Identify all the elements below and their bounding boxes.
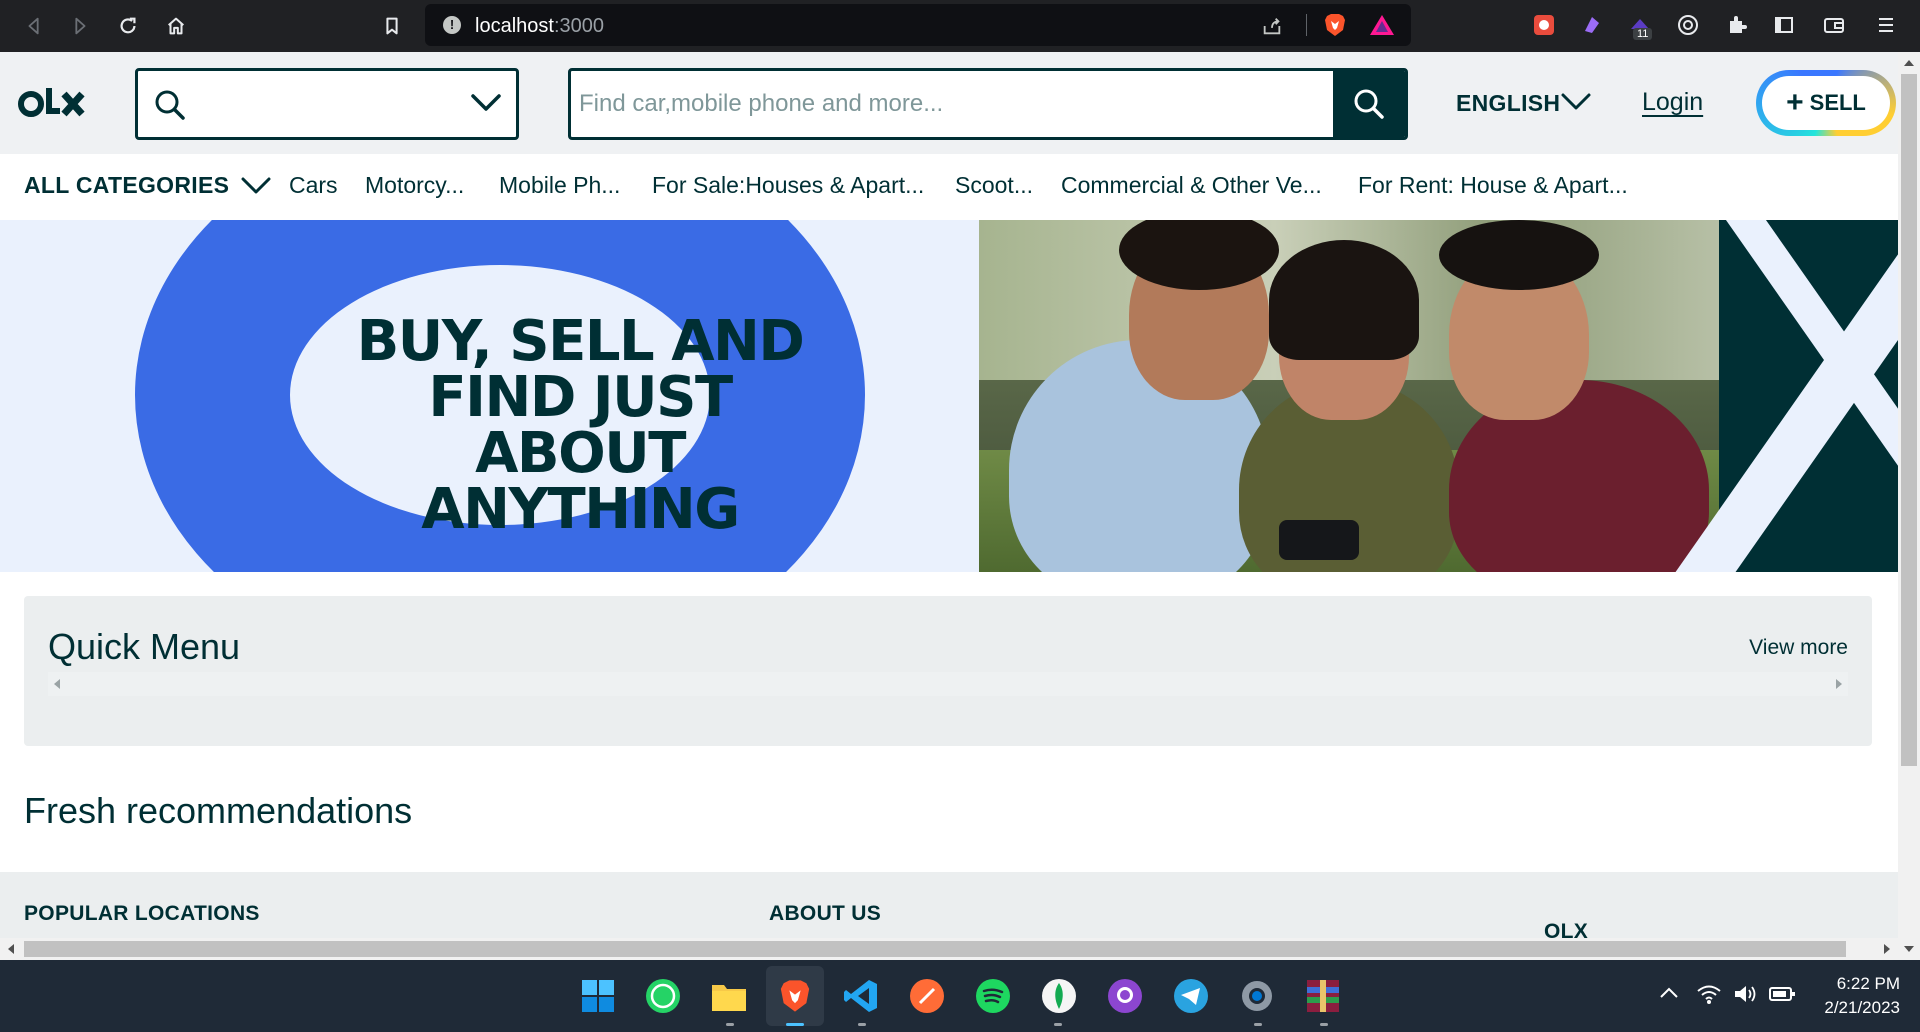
address-bar[interactable]: ! localhost:3000 [425,4,1411,46]
home-icon[interactable] [160,10,192,42]
divider [1306,14,1307,36]
extension-purple-icon[interactable] [1578,11,1606,39]
quick-menu-title: Quick Menu [48,626,241,667]
olx-logo[interactable] [18,82,86,126]
taskbar-indicator-active [786,1023,804,1026]
windows-taskbar: 6:22 PM 2/21/2023 [0,960,1920,1032]
hero-banner[interactable]: BUY, SELL AND FIND JUST ABOUT ANYTHING [0,220,1898,572]
language-selector[interactable]: ENGLISH [1456,90,1560,117]
category-link-cars[interactable]: Cars [289,172,338,199]
clock-date: 2/21/2023 [1824,998,1900,1017]
login-link[interactable]: Login [1642,88,1703,117]
site-header: ENGLISH Login + SELL [0,52,1898,154]
view-more-link[interactable]: View more [1749,636,1848,660]
category-bar: ALL CATEGORIES Cars Motorcy... Mobile Ph… [0,154,1898,220]
taskbar-indicator [1054,1023,1062,1026]
banner-photo [979,220,1719,572]
whatsapp-icon[interactable] [643,976,683,1016]
url-text[interactable]: localhost:3000 [475,15,604,38]
taskbar-indicator [1320,1023,1328,1026]
sell-label: SELL [1809,90,1866,115]
windows-start-icon[interactable] [578,976,618,1016]
search-button[interactable] [1333,71,1405,137]
vscode-icon[interactable] [841,976,881,1016]
horizontal-scrollbar[interactable] [0,938,1898,960]
vertical-scroll-thumb[interactable] [1901,74,1917,766]
reload-icon[interactable] [112,10,144,42]
horizontal-scroll-thumb[interactable] [24,941,1846,957]
site-info-icon[interactable]: ! [443,16,461,34]
spotify-icon[interactable] [973,976,1013,1016]
github-desktop-icon[interactable] [1105,976,1145,1016]
winrar-icon[interactable] [1303,976,1343,1016]
file-explorer-icon[interactable] [709,976,749,1016]
location-chevron-down-icon[interactable] [470,91,502,120]
site-footer: POPULAR LOCATIONS ABOUT US OLX [0,872,1898,943]
vertical-scrollbar[interactable] [1898,52,1920,960]
brave-rewards-icon[interactable] [1369,13,1395,42]
browser-toolbar: ! localhost:3000 11 [0,0,1920,52]
category-link-scooters[interactable]: Scoot... [955,172,1033,199]
quick-menu-scroller[interactable] [48,672,1848,696]
search-input[interactable] [571,71,1331,137]
location-search-icon [152,87,188,128]
taskbar-indicator [726,1023,734,1026]
menu-icon[interactable] [1872,11,1900,39]
footer-about-us-heading: ABOUT US [769,902,882,925]
quick-menu: Quick Menu View more [24,596,1872,746]
footer-popular-locations-heading: POPULAR LOCATIONS [24,902,260,925]
taskbar-indicator [858,1023,866,1026]
language-chevron-down-icon[interactable] [1560,90,1592,119]
brave-shields-icon[interactable] [1323,12,1347,43]
taskbar-indicator [1254,1023,1262,1026]
all-categories-button[interactable]: ALL CATEGORIES [24,172,229,199]
mongodb-compass-icon[interactable] [1039,976,1079,1016]
wifi-icon[interactable] [1696,982,1722,1011]
forward-icon[interactable] [64,10,96,42]
scroll-right-icon[interactable] [1836,679,1842,689]
tray-chevron-up-icon[interactable] [1658,982,1680,1009]
settings-gear-icon[interactable] [1237,976,1277,1016]
postman-icon[interactable] [907,976,947,1016]
fresh-recommendations-title: Fresh recommendations [24,790,413,831]
category-link-houses-for-sale[interactable]: For Sale:Houses & Apart... [652,172,924,199]
share-icon[interactable] [1261,15,1283,42]
clock-time: 6:22 PM [1836,974,1900,993]
extension-target-icon[interactable] [1674,11,1702,39]
wallet-icon[interactable] [1820,11,1848,39]
location-select[interactable] [135,68,519,140]
system-clock[interactable]: 6:22 PM 2/21/2023 [1790,972,1900,1020]
banner-headline: BUY, SELL AND FIND JUST ABOUT ANYTHING [356,309,805,542]
sidebar-icon[interactable] [1770,11,1798,39]
sell-button[interactable]: + SELL [1756,70,1896,136]
brave-browser-icon[interactable] [775,976,815,1016]
banner-graphic-right [1641,220,1898,572]
search-icon [1354,89,1384,119]
category-link-mobile-phones[interactable]: Mobile Ph... [499,172,620,199]
extension-red-icon[interactable] [1530,11,1558,39]
category-link-motorcycles[interactable]: Motorcy... [365,172,464,199]
telegram-icon[interactable] [1171,976,1211,1016]
bookmark-icon[interactable] [376,10,408,42]
category-link-houses-for-rent[interactable]: For Rent: House & Apart... [1358,172,1628,199]
categories-chevron-down-icon[interactable] [240,174,272,203]
extensions-puzzle-icon[interactable] [1722,11,1750,39]
plus-icon: + [1786,86,1804,119]
search-bar [568,68,1408,140]
category-link-commercial-vehicles[interactable]: Commercial & Other Ve... [1061,172,1322,199]
back-icon[interactable] [18,10,50,42]
extension-badge: 11 [1633,28,1653,40]
volume-icon[interactable] [1732,982,1758,1011]
scroll-left-icon[interactable] [54,679,60,689]
